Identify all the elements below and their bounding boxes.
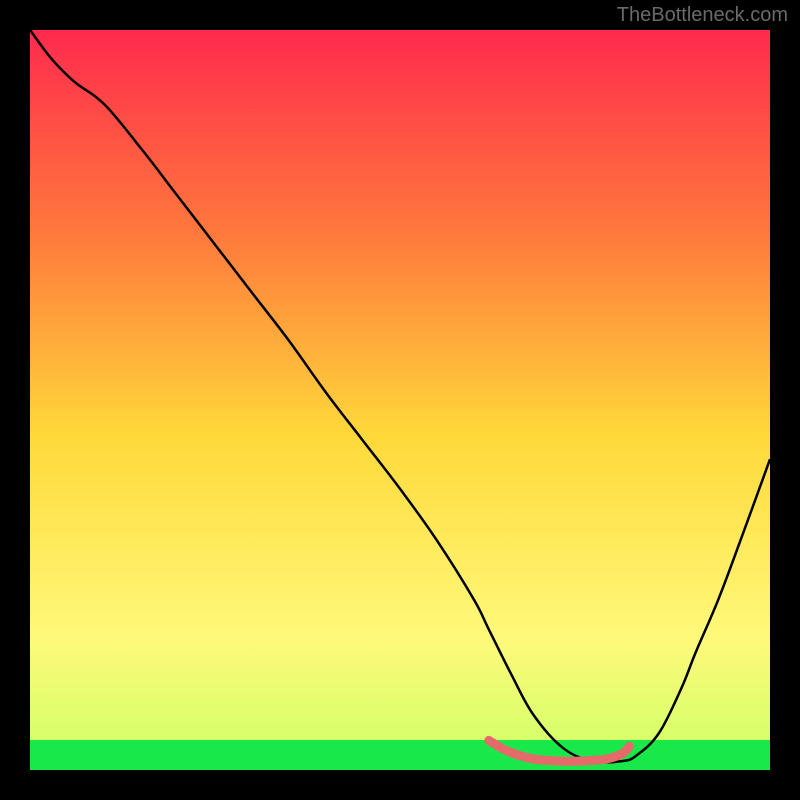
green-baseline-band	[30, 740, 770, 770]
gradient-background	[30, 30, 770, 770]
watermark-text: TheBottleneck.com	[617, 4, 788, 27]
chart-plot-area	[30, 30, 770, 770]
bottleneck-chart	[30, 30, 770, 770]
